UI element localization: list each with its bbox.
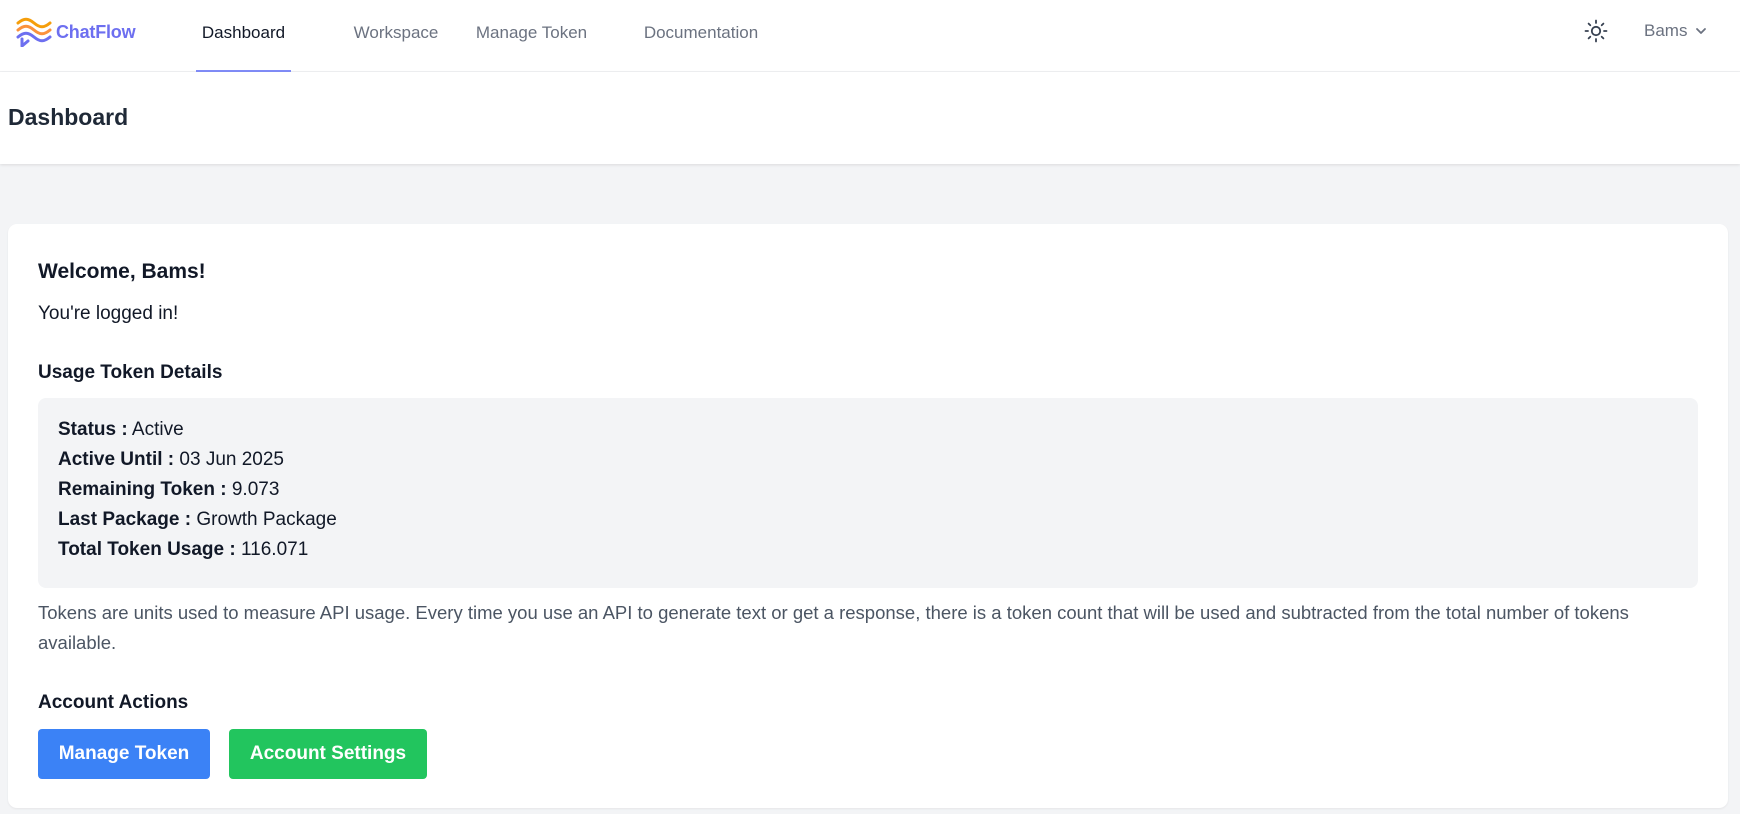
detail-last-package: Last Package : Growth Package bbox=[58, 505, 1678, 535]
detail-value: 9.073 bbox=[231, 479, 280, 500]
detail-label: Last Package : bbox=[58, 509, 192, 530]
nav-link-manage-token[interactable]: Manage Token bbox=[474, 0, 589, 72]
chevron-down-icon bbox=[1696, 28, 1707, 34]
chatflow-logo-icon bbox=[16, 17, 52, 47]
brand-logo-link[interactable]: ChatFlow bbox=[16, 16, 136, 48]
sun-icon bbox=[1584, 19, 1608, 43]
token-info-text: Tokens are units used to measure API usa… bbox=[38, 602, 1629, 653]
account-settings-button[interactable]: Account Settings bbox=[229, 729, 427, 779]
page-title: Dashboard bbox=[8, 104, 129, 130]
detail-total-usage: Total Token Usage : 116.071 bbox=[58, 535, 1678, 565]
detail-value: Active bbox=[131, 419, 184, 440]
welcome-heading: Welcome, Bams! bbox=[38, 260, 206, 283]
detail-remaining-token: Remaining Token : 9.073 bbox=[58, 475, 1678, 505]
detail-label: Total Token Usage : bbox=[58, 539, 236, 560]
detail-value: Growth Package bbox=[196, 509, 337, 530]
user-name: Bams bbox=[1644, 21, 1688, 40]
logged-in-message: You're logged in! bbox=[38, 303, 179, 324]
brand-name: ChatFlow bbox=[56, 21, 136, 42]
detail-label: Remaining Token : bbox=[58, 479, 227, 500]
detail-status: Status : Active bbox=[58, 415, 1678, 445]
theme-toggle-button[interactable] bbox=[1578, 13, 1614, 49]
nav-link-documentation[interactable]: Documentation bbox=[638, 0, 764, 72]
page-header: Dashboard bbox=[0, 72, 1740, 164]
manage-token-button[interactable]: Manage Token bbox=[38, 729, 210, 779]
account-actions-heading: Account Actions bbox=[38, 692, 189, 713]
nav-link-dashboard[interactable]: Dashboard bbox=[196, 0, 291, 72]
usage-token-heading: Usage Token Details bbox=[38, 362, 223, 383]
nav-link-workspace[interactable]: Workspace bbox=[336, 0, 456, 72]
detail-active-until: Active Until : 03 Jun 2025 bbox=[58, 445, 1678, 475]
detail-label: Active Until : bbox=[58, 449, 175, 470]
user-menu-dropdown[interactable]: Bams bbox=[1644, 18, 1707, 44]
top-navigation-bar: ChatFlow Dashboard Workspace Manage Toke… bbox=[0, 0, 1740, 72]
usage-details-box: Status : Active Active Until : 03 Jun 20… bbox=[38, 398, 1698, 588]
detail-value: 116.071 bbox=[241, 539, 309, 560]
dashboard-card: Welcome, Bams! You're logged in! Usage T… bbox=[8, 224, 1728, 808]
detail-value: 03 Jun 2025 bbox=[179, 449, 284, 470]
detail-label: Status : bbox=[58, 419, 128, 440]
